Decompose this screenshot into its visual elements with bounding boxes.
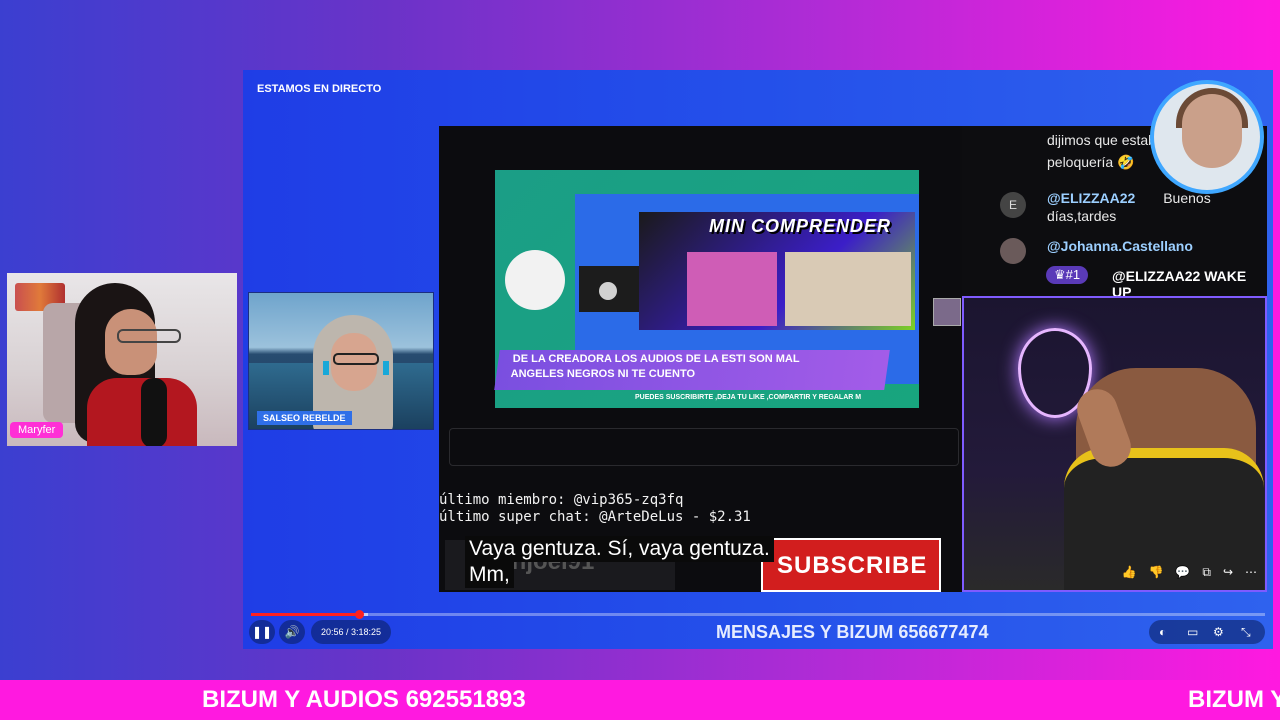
caption-line-2: Mm,: [465, 562, 514, 588]
settings-icon[interactable]: ⚙: [1213, 620, 1224, 644]
banner-subline: PUEDES SUSCRIBIRTE ,DEJA TU LIKE ,COMPAR…: [635, 394, 862, 401]
time-display: 20:56 / 3:18:25: [311, 620, 392, 644]
last-superchat-text: último super chat: @ArteDeLus - $2.31: [439, 509, 751, 525]
promo-panel: MIN COMPRENDER: [639, 212, 915, 330]
chat-user-johanna: @Johanna.Castellano: [1047, 238, 1193, 254]
rank-badge: ♛#1: [1046, 266, 1089, 284]
autoplay-toggle-icon[interactable]: ◐: [1159, 620, 1166, 644]
promo-video-2: [785, 252, 911, 326]
bottom-ticker: BIZUM Y AUDIOS 692551893 BIZUM Y: [0, 680, 1280, 720]
right-controls: ◐ ▭ ⚙ ⤡: [1149, 620, 1265, 644]
captions: Vaya gentuza. Sí, vaya gentuza. Mm,: [465, 536, 774, 588]
share-icon[interactable]: ↪: [1223, 565, 1233, 580]
exit-fullscreen-icon[interactable]: ⤡: [1241, 620, 1251, 644]
volume-button[interactable]: 🔊: [279, 620, 305, 644]
messages-overlay-text: MENSAJES Y BIZUM 656677474: [716, 622, 989, 642]
chat-msg-2: @ELIZZAA22 Buenos: [1047, 190, 1211, 206]
subscribe-banner: SUBSCRIBE: [761, 538, 941, 592]
guest-label: SALSEO REBELDE: [257, 411, 352, 425]
chat-msg-3: @Johanna.Castellano: [1047, 238, 1193, 254]
caption-line-1: Vaya gentuza. Sí, vaya gentuza.: [465, 536, 774, 562]
left-webcam: [7, 273, 237, 446]
subscribe-text: SUBSCRIBE: [777, 552, 928, 579]
chat-avatar-e: E: [1000, 192, 1026, 218]
dark-input-box: [449, 428, 959, 466]
main-video-frame[interactable]: ESTAMOS EN DIRECTO SALSEO REBELDE MIN CO…: [243, 70, 1273, 649]
inner-screen: MIN COMPRENDER DE LA CREADORA LOS AUDIOS…: [494, 170, 919, 408]
ticker-text: BIZUM Y AUDIOS 692551893: [202, 686, 526, 713]
microphone: [141, 378, 167, 446]
ticker-text-repeat: BIZUM Y: [1188, 686, 1280, 713]
popout-icon[interactable]: ⧉: [1202, 565, 1211, 580]
chat-user-elizzaa22: @ELIZZAA22: [1047, 190, 1136, 206]
streamer-glasses: [117, 329, 181, 343]
promo-video-1: [687, 252, 777, 326]
promo-title: MIN COMPRENDER: [709, 216, 892, 236]
banner-line-2: ANGELES NEGROS NI TE CUENTO: [510, 368, 696, 380]
chat-msg-1-line-2: peloquería 🤣: [1047, 154, 1135, 170]
progress-played: [251, 613, 360, 616]
more-icon[interactable]: ⋯: [1245, 565, 1257, 580]
embedded-stream: MIN COMPRENDER DE LA CREADORA LOS AUDIOS…: [439, 126, 962, 592]
comment-icon[interactable]: 💬: [1175, 565, 1190, 580]
dislike-icon[interactable]: 👎: [1148, 565, 1163, 580]
chat-avatar-johanna: [1000, 238, 1026, 264]
guest-headset: [323, 361, 389, 375]
banner-bar: DE LA CREADORA LOS AUDIOS DE LA ESTI SON…: [494, 350, 890, 390]
small-user-avatar: [933, 298, 961, 326]
pip-face: [1182, 94, 1242, 168]
host-action-icons: 👍 👎 💬 ⧉ ↪ ⋯: [1122, 565, 1258, 580]
chat-msg-2-text-b: días,tardes: [1047, 208, 1117, 224]
guest-webcam: SALSEO REBELDE: [248, 292, 434, 430]
inner-avatar: [505, 250, 565, 310]
chat-msg-1-line-1: dijimos que estaba: [1047, 132, 1164, 148]
host-webcam: 👍 👎 💬 ⧉ ↪ ⋯: [962, 296, 1267, 592]
subtitles-icon[interactable]: ▭: [1187, 620, 1198, 644]
video-title: ESTAMOS EN DIRECTO: [257, 83, 382, 95]
pause-button[interactable]: ❚❚: [249, 620, 275, 644]
banner-line-1: DE LA CREADORA LOS AUDIOS DE LA ESTI SON…: [512, 353, 800, 365]
last-member-text: último miembro: @vip365-zq3fq: [439, 492, 684, 508]
progress-knob[interactable]: [355, 610, 365, 619]
streamer-name-tag: Maryfer: [10, 422, 64, 438]
progress-bar[interactable]: [251, 610, 1265, 619]
player-controls: ❚❚ 🔊 20:56 / 3:18:25 MENSAJES Y BIZUM 65…: [243, 610, 1273, 649]
inner-play-icon: [599, 282, 617, 300]
pip-avatar: [1150, 80, 1264, 194]
like-icon[interactable]: 👍: [1122, 565, 1137, 580]
